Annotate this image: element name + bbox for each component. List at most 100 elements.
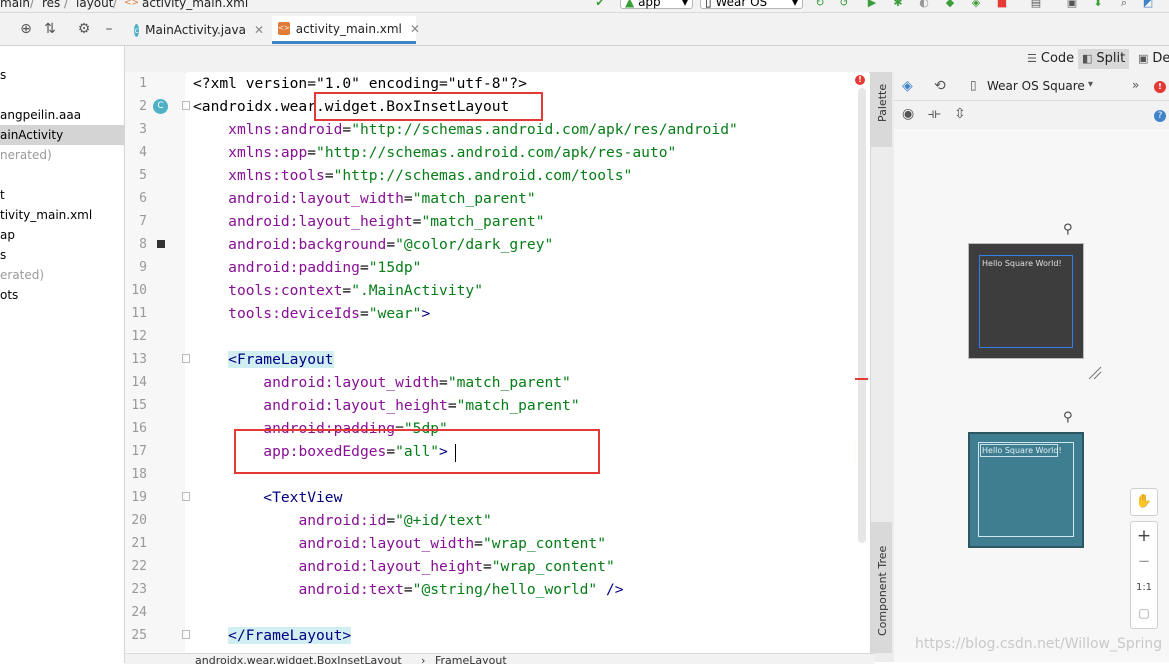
line-number: 12 — [131, 329, 147, 344]
breadcrumb-separator: / — [113, 0, 118, 10]
chevron-down-icon: ▾ — [791, 0, 798, 9]
breadcrumb-res[interactable]: res — [42, 0, 60, 10]
attach-debugger-icon[interactable]: ◆ — [944, 0, 956, 9]
collapse-icon[interactable]: ⇅ — [42, 21, 58, 37]
color-swatch-icon[interactable] — [157, 240, 165, 248]
layers-icon[interactable]: ◈ — [902, 78, 913, 94]
project-tree-item[interactable]: ots — [0, 285, 18, 305]
fold-icon[interactable] — [182, 354, 190, 363]
profile-icon[interactable]: ◐ — [918, 0, 930, 9]
error-marker[interactable] — [855, 378, 868, 380]
sdk-manager-icon[interactable]: ⬇ — [1092, 0, 1104, 9]
project-tree-item[interactable]: nerated) — [0, 145, 52, 165]
close-icon[interactable]: ✕ — [410, 22, 420, 36]
scrollbar-thumb[interactable] — [858, 88, 866, 543]
highlight-box — [234, 429, 600, 474]
apply-changes-icon[interactable]: ↺ — [838, 0, 850, 9]
horizontal-margin-icon[interactable]: ⟛ — [928, 106, 941, 122]
code-editor[interactable]: <?xml version="1.0" encoding="utf-8"?> <… — [186, 72, 854, 652]
code-line-14: android:layout_width="match_parent" — [263, 374, 571, 391]
layout-bounds — [979, 255, 1073, 348]
pin-icon[interactable]: ⚲ — [1063, 410, 1073, 425]
project-tree-item[interactable]: ap — [0, 225, 15, 245]
breadcrumb-main[interactable]: main — [0, 0, 30, 10]
project-tree-item[interactable]: tivity_main.xml — [0, 205, 92, 225]
assistant-icon[interactable]: ◩ — [1142, 0, 1154, 9]
avd-manager-icon[interactable]: ▣ — [1066, 0, 1078, 9]
line-numbers: 1 2 3 4 5 6 7 8 9 10 11 12 13 14 15 16 1… — [125, 72, 190, 652]
breadcrumb-separator: / — [30, 0, 35, 10]
split-view-icon: ◧ — [1082, 52, 1093, 65]
close-icon[interactable]: ✕ — [254, 23, 264, 37]
error-icon[interactable]: ! — [855, 75, 865, 85]
project-tree-item[interactable]: angpeilin.aaa — [0, 105, 81, 125]
code-line-5: xmlns:tools="http://schemas.android.com/… — [228, 167, 633, 184]
pin-icon[interactable]: ⚲ — [1063, 222, 1073, 237]
line-number: 6 — [139, 191, 147, 206]
split-view-button[interactable]: ◧ Split — [1078, 49, 1130, 69]
error-icon[interactable]: ! — [1154, 81, 1166, 93]
zoom-actual-size-button[interactable]: 1:1 — [1131, 582, 1157, 593]
class-icon: c — [134, 23, 140, 37]
project-tree-item[interactable]: erated) — [0, 265, 44, 285]
fold-icon[interactable] — [182, 630, 190, 639]
tab-mainactivity-java[interactable]: c MainActivity.java ✕ — [128, 16, 270, 44]
code-line-22: android:layout_height="wrap_content" — [298, 558, 615, 575]
restart-icon[interactable]: ↻ — [814, 0, 826, 9]
resize-handle-icon[interactable] — [1088, 366, 1102, 380]
line-number: 7 — [139, 214, 147, 229]
code-view-button[interactable]: ☰ Code — [1023, 49, 1078, 69]
gear-icon[interactable]: ⚙ — [76, 21, 92, 37]
design-view-icon: ▣ — [1138, 52, 1149, 65]
component-tree-tab[interactable]: Component Tree — [871, 522, 892, 653]
device-icon: ▯ — [970, 78, 977, 92]
project-tree-item[interactable]: s — [0, 245, 6, 265]
fold-icon[interactable] — [182, 492, 190, 501]
project-tree-item[interactable]: t — [0, 185, 5, 205]
design-preview-panel — [894, 72, 1169, 662]
vertical-margin-icon[interactable]: ⇳ — [954, 106, 966, 122]
device-select[interactable]: ▯ Wear OS ▾ — [700, 0, 803, 9]
zoom-in-button[interactable]: + — [1131, 526, 1157, 546]
line-number: 24 — [131, 605, 147, 620]
breadcrumb-layout[interactable]: layout — [76, 0, 113, 10]
eye-icon[interactable]: ◉ — [902, 106, 914, 122]
breadcrumb-file[interactable]: activity_main.xml — [142, 0, 248, 10]
target-icon[interactable]: ⊕ — [18, 21, 34, 37]
orientation-icon[interactable]: ⟲ — [934, 78, 946, 94]
class-icon[interactable]: C — [153, 99, 168, 114]
tab-activity-main-xml[interactable]: <> activity_main.xml ✕ — [272, 16, 420, 44]
line-number: 21 — [131, 536, 147, 551]
stop-icon[interactable]: ■ — [996, 0, 1008, 9]
project-tree-item[interactable]: s — [0, 65, 6, 85]
run-config-select[interactable]: ▲ app ▾ — [620, 0, 693, 9]
hammer-icon[interactable]: ✔ — [594, 0, 606, 9]
android-icon: ▲ — [625, 0, 635, 9]
run-icon[interactable]: ▶ — [866, 0, 878, 9]
help-icon[interactable]: ? — [1154, 110, 1166, 122]
design-view-button[interactable]: ▣Des — [1134, 49, 1169, 69]
line-number: 18 — [131, 467, 147, 482]
zoom-to-fit-icon[interactable]: ▢ — [1131, 606, 1157, 620]
line-number: 10 — [131, 283, 147, 298]
code-line-13: <FrameLayout — [228, 351, 334, 368]
search-icon[interactable]: ⌕ — [1118, 0, 1130, 9]
coverage-icon[interactable]: ◈ — [970, 0, 982, 9]
zoom-out-button[interactable]: − — [1131, 552, 1157, 570]
pan-button[interactable]: ✋ — [1130, 488, 1158, 516]
sync-icon[interactable]: ▤ — [1030, 0, 1042, 9]
preview-textview[interactable]: Hello Square World! — [982, 259, 1062, 268]
line-number: 4 — [139, 145, 147, 160]
overflow-icon[interactable]: » — [1132, 78, 1139, 92]
fold-icon[interactable] — [182, 101, 190, 110]
design-toolbar: ◈ ⟲ ▯ Wear OS Square ▾ » ! — [894, 72, 1169, 101]
palette-tab[interactable]: Palette — [871, 72, 892, 147]
code-line-7: android:layout_height="match_parent" — [228, 213, 545, 230]
blueprint-textview[interactable]: Hello Square World! — [982, 446, 1062, 455]
minimize-icon[interactable]: – — [101, 21, 117, 37]
code-line-4: xmlns:app="http://schemas.android.com/ap… — [228, 144, 677, 161]
device-select[interactable]: Wear OS Square — [987, 79, 1085, 93]
debug-icon[interactable]: ✱ — [892, 0, 904, 9]
code-line-21: android:layout_width="wrap_content" — [298, 535, 606, 552]
project-tree-item-selected[interactable]: ainActivity — [0, 125, 124, 145]
